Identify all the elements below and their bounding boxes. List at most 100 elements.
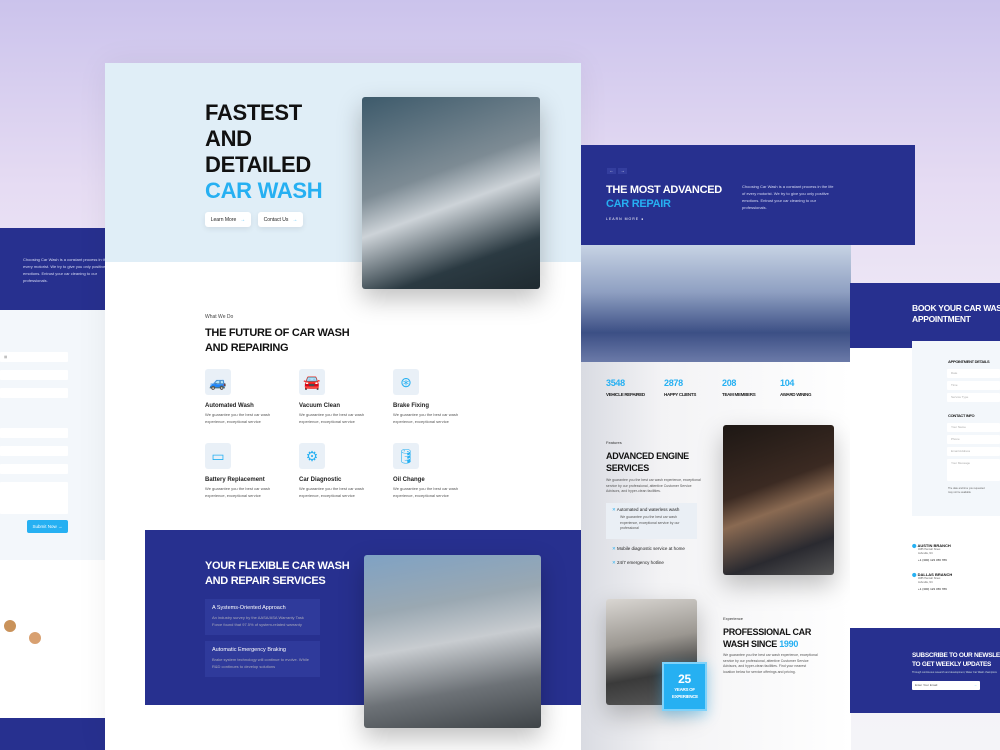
features-title-line: ADVANCED ENGINE	[606, 451, 689, 461]
repair-desc: Choosing Car Wash is a constant process …	[742, 184, 834, 210]
services-title-line: AND REPAIRING	[205, 342, 289, 354]
stat-label: TEAM MEMBERS	[722, 392, 756, 397]
services-title: THE FUTURE OF CAR WASH AND REPAIRING	[205, 326, 350, 356]
service-type-field[interactable]: Service Type	[947, 393, 1000, 402]
repair-title-accent: CAR REPAIR	[606, 198, 671, 210]
service-name: Car Diagnostic	[299, 477, 342, 483]
learn-more-button[interactable]: Learn More →	[205, 212, 251, 227]
blue-car-photo	[581, 245, 851, 362]
service-desc: We guarantee you the best car wash exper…	[299, 412, 365, 424]
service-desc: We guarantee you the best car wash exper…	[393, 412, 459, 424]
service-name: Vacuum Clean	[299, 403, 341, 409]
repair-title: THE MOST ADVANCED CAR REPAIR	[606, 183, 722, 211]
experience-title-line: WASH SINCE	[723, 639, 778, 649]
service-item[interactable]: 🚘 Vacuum Clean We guarantee you the best c…	[299, 369, 393, 425]
flexible-card-title: A Systems-Oriented Approach	[212, 605, 286, 611]
email-field[interactable]: Email Address	[947, 447, 1000, 456]
arrow-right-icon: →	[240, 216, 246, 223]
map-avatar	[2, 618, 18, 634]
stat-item: 2878 HAPPY CLIENTS	[664, 378, 722, 397]
experience-year: 1990	[779, 639, 799, 649]
booking-form-card: APPOINTMENT DETAILS Date Time Service Ty…	[912, 341, 1000, 516]
booking-page-panel: BOOK YOUR CAR WASH APPOINTMENT APPOINTME…	[850, 283, 1000, 713]
repair-title-line: THE MOST ADVANCED	[606, 184, 722, 196]
stat-item: 3548 VEHICLE REPAIRED	[606, 378, 664, 397]
service-item[interactable]: 🛢 Oil Change We guarantee you the best car…	[393, 443, 487, 499]
message-field[interactable]	[0, 482, 68, 514]
service-item[interactable]: 🚙 Automated Wash We guarantee you the best…	[205, 369, 299, 425]
stats-row: 3548 VEHICLE REPAIRED 2878 HAPPY CLIENTS 2…	[606, 378, 846, 397]
submit-button[interactable]: Submit Now →	[27, 520, 68, 533]
location-pin-icon: ⬤	[912, 572, 917, 577]
newsletter-email-input[interactable]: Enter Your Email →	[912, 681, 980, 690]
tools-icon: ✕	[612, 546, 616, 551]
hero-title: FASTEST AND DETAILED CAR WASH	[205, 100, 323, 204]
flexible-card-desc: An industry survey by the AASA/ASA Warra…	[212, 615, 304, 627]
features-desc: We guarantee you the best car wash exper…	[606, 478, 701, 493]
car-wash-icon: 🚙	[205, 369, 231, 395]
service-item[interactable]: ⚙ Car Diagnostic We guarantee you the best…	[299, 443, 393, 499]
booking-title-line: BOOK YOUR CAR WASH	[912, 303, 1000, 313]
submit-label: Submit Now	[32, 524, 57, 529]
feature-item: ✕ Mobile diagnostic service at home	[612, 546, 685, 552]
slider-prev-button[interactable]: ←	[607, 168, 616, 174]
hero-title-accent: CAR WASH	[205, 178, 323, 203]
time-select[interactable]	[0, 370, 68, 380]
service-item[interactable]: ⊛ Brake Fixing We guarantee you the best c…	[393, 369, 487, 425]
date-field[interactable]: ▦	[0, 352, 68, 362]
service-item[interactable]: ▭ Battery Replacement We guarantee you the…	[205, 443, 299, 499]
date-field[interactable]: Date	[947, 369, 1000, 378]
badge-number: 25	[678, 672, 691, 686]
message-field[interactable]: Your Message	[947, 459, 1000, 481]
tools-icon: ✕	[612, 507, 616, 512]
flexible-title-line: YOUR FLEXIBLE CAR WASH	[205, 560, 350, 572]
flexible-card-desc: Brake system technology will continue to…	[212, 657, 309, 669]
details-heading: APPOINTMENT DETAILS	[948, 359, 990, 364]
map-avatar	[27, 630, 43, 646]
service-name: Brake Fixing	[393, 403, 430, 409]
feature-desc: We guarantee you the best car wash exper…	[620, 515, 680, 530]
branch-item: ⬤ DALLAS BRANCH 4685 Hannah Street Ashev…	[912, 572, 972, 591]
contact-us-button[interactable]: Contact Us →	[258, 212, 303, 227]
phone-field[interactable]	[0, 446, 68, 456]
services-grid: 🚙 Automated Wash We guarantee you the best…	[205, 369, 505, 499]
email-field[interactable]	[0, 464, 68, 474]
arrow-right-icon[interactable]: →	[974, 681, 977, 690]
contact-heading: CONTACT INFO	[948, 413, 975, 418]
service-name: Automated Wash	[205, 403, 254, 409]
booking-note: The date and time you requested may not …	[948, 487, 985, 494]
branch-address: 4685 Hannah Street Asheville, NC	[918, 577, 941, 584]
newsletter-title: SUBSCRIBE TO OUR NEWSLETTER TO GET WEEKL…	[912, 651, 1000, 669]
name-field[interactable]: Your Name	[947, 423, 1000, 432]
stat-label: AWARD WINING	[780, 392, 812, 397]
flexible-title-line: AND REPAIR SERVICES	[205, 575, 326, 587]
foam-wash-photo	[364, 555, 541, 728]
stat-item: 208 TEAM MEMBERS	[722, 378, 780, 397]
experience-desc: We guarantee you the best car wash exper…	[723, 653, 818, 674]
experience-title: PROFESSIONAL CAR WASH SINCE 1990	[723, 626, 811, 650]
service-name: Battery Replacement	[205, 477, 265, 483]
phone-field[interactable]: Phone	[947, 435, 1000, 444]
newsletter-title-line: TO GET WEEKLY UPDATES	[912, 661, 992, 668]
hero-title-line: AND	[205, 126, 252, 151]
diagnostic-icon: ⚙	[299, 443, 325, 469]
repair-learn-more-link[interactable]: LEARN MORE ●	[606, 217, 644, 221]
stat-label: VEHICLE REPAIRED	[606, 392, 645, 397]
time-field[interactable]: Time	[947, 381, 1000, 390]
arrow-circle-icon: ●	[641, 217, 645, 221]
features-eyebrow: Features	[606, 440, 622, 445]
oil-icon: 🛢	[393, 443, 419, 469]
service-desc: We guarantee you the best car wash exper…	[205, 486, 271, 498]
badge-label: YEARS OF EXPERIENCE	[672, 687, 699, 699]
learn-more-label: Learn More	[210, 216, 237, 223]
service-select[interactable]	[0, 388, 68, 398]
stat-value: 104	[780, 378, 795, 388]
service-desc: We guarantee you the best car wash exper…	[393, 486, 459, 498]
stat-value: 2878	[664, 378, 683, 388]
services-eyebrow: What We Do	[205, 314, 234, 320]
booking-title: BOOK YOUR CAR WASH APPOINTMENT	[912, 303, 1000, 325]
slider-next-button[interactable]: →	[618, 168, 627, 174]
feature-title: 24/7 emergency hotline	[617, 560, 664, 565]
name-field[interactable]	[0, 428, 68, 438]
booking-title-line: APPOINTMENT	[912, 314, 971, 324]
